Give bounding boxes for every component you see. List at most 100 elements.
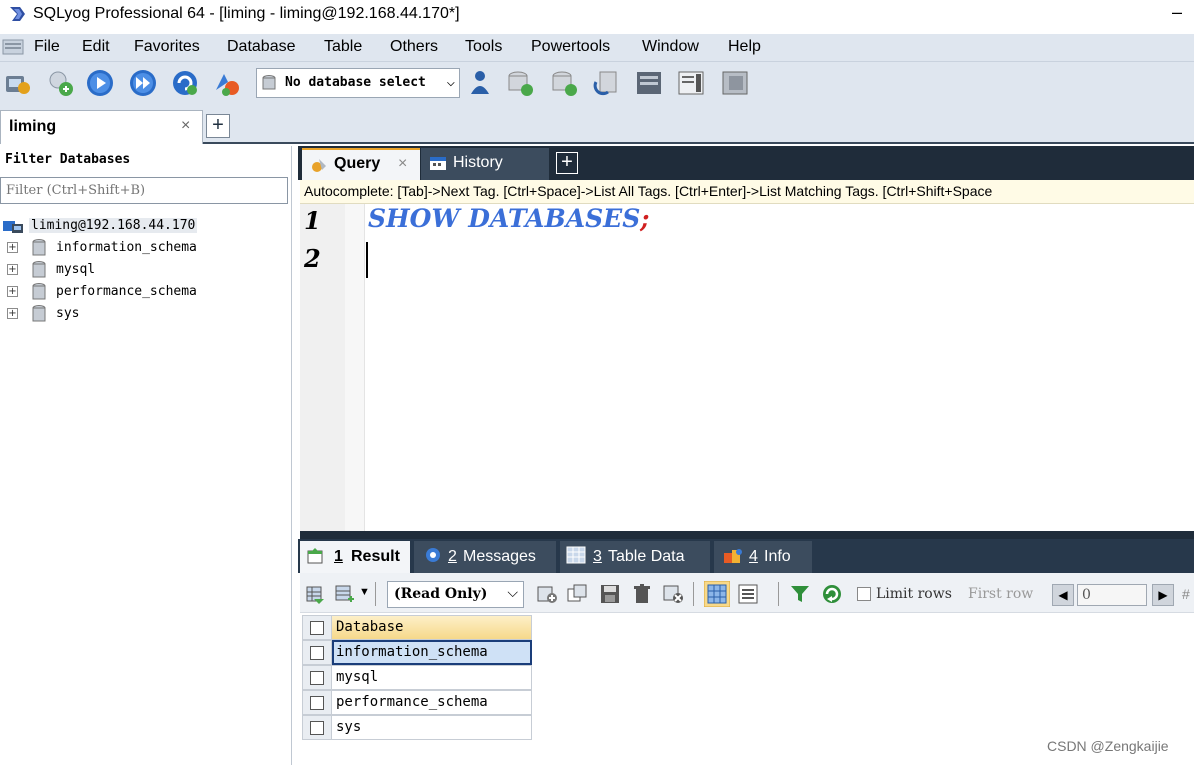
next-page-button[interactable]: ▶ [1152,584,1174,606]
backup-icon[interactable] [592,68,622,98]
create-table-icon[interactable] [549,68,579,98]
form-view-icon[interactable] [737,583,759,605]
chevron-down-icon[interactable]: ▼ [359,586,370,598]
app-menu-icon[interactable] [2,38,24,56]
tree-db-label: performance_schema [56,284,197,299]
copy-grid-icon[interactable] [334,583,356,605]
tab-info[interactable]: 4 Info [714,541,812,573]
menu-powertools[interactable]: Powertools [531,38,610,56]
column-header-database[interactable]: Database [332,615,532,640]
tab-info-number: 4 [749,548,758,565]
create-database-icon[interactable] [505,68,535,98]
row-checkbox[interactable] [310,721,324,735]
filter-icon[interactable] [789,583,811,605]
menu-others[interactable]: Others [390,38,438,56]
menu-favorites[interactable]: Favorites [134,38,200,56]
row-checkbox[interactable] [310,671,324,685]
select-all-cell[interactable] [302,615,332,640]
minimize-button[interactable]: – [1172,2,1182,23]
tab-table-data[interactable]: 3 Table Data [560,541,710,573]
refresh-results-icon[interactable] [821,583,843,605]
menu-edit[interactable]: Edit [82,38,110,56]
code-line[interactable]: SHOW DATABASES; [368,204,650,233]
chevron-down-icon: ⌵ [446,74,455,90]
color-icon[interactable] [212,68,242,98]
refresh-icon[interactable] [170,68,200,98]
query-editor[interactable] [300,204,1194,534]
row-select-cell[interactable] [302,715,332,740]
new-query-tab-button[interactable]: + [556,152,578,174]
connection-tab-liming[interactable]: liming × [0,110,203,144]
insert-row-icon[interactable] [536,583,558,605]
tab-result-number: 1 [334,548,343,565]
tab-history[interactable]: History [421,148,549,180]
first-row-input[interactable]: 0 [1077,584,1147,606]
menu-file[interactable]: File [34,38,60,56]
result-mode-select[interactable]: (Read Only) ⌵ [387,581,524,608]
table-row[interactable]: mysql [302,665,532,690]
row-select-cell[interactable] [302,640,332,665]
menu-window[interactable]: Window [642,38,699,56]
server-connection-icon [3,221,23,233]
row-checkbox[interactable] [310,696,324,710]
sql-statement: SHOW DATABASES [368,204,641,233]
expand-icon[interactable]: + [7,264,18,275]
tree-db-label: information_schema [56,240,197,255]
user-manager-icon[interactable] [465,68,495,98]
row-select-cell[interactable] [302,690,332,715]
window-title: SQLyog Professional 64 - [liming - limin… [33,5,460,22]
database-icon [32,305,46,322]
tab-query[interactable]: Query × [302,148,420,180]
schema-designer-icon[interactable] [634,68,664,98]
expand-icon[interactable]: + [7,242,18,253]
table-row[interactable]: performance_schema [302,690,532,715]
main-toolbar [0,62,1194,106]
table-data-icon[interactable] [720,68,750,98]
delete-icon[interactable] [631,583,653,605]
filter-databases-input[interactable] [0,177,288,204]
table-row[interactable]: information_schema [302,640,532,665]
info-icon [724,549,742,563]
new-connection-icon[interactable] [2,68,32,98]
select-all-checkbox[interactable] [310,621,324,635]
table-cell[interactable]: information_schema [332,640,532,665]
previous-page-button[interactable]: ◀ [1052,584,1074,606]
database-icon [32,239,46,256]
expand-icon[interactable]: + [7,308,18,319]
toolbar-separator [778,582,779,606]
connection-manager-icon[interactable] [46,68,76,98]
tab-history-label: History [453,154,503,171]
new-connection-tab-button[interactable]: + [206,114,230,138]
execute-query-icon[interactable] [85,68,115,98]
table-cell[interactable]: sys [332,715,532,740]
tab-result[interactable]: 1 Result [300,541,410,573]
cancel-changes-icon[interactable] [662,583,684,605]
limit-rows-checkbox[interactable] [857,587,871,601]
expand-icon[interactable]: + [7,286,18,297]
watermark: CSDN @Zengkaijie [1047,738,1169,754]
table-icon [566,546,586,564]
menu-tools[interactable]: Tools [465,38,502,56]
table-row[interactable]: sys [302,715,532,740]
grid-view-icon[interactable] [704,581,730,607]
menu-table[interactable]: Table [324,38,362,56]
close-icon[interactable]: × [398,155,407,173]
database-select[interactable]: No database select ⌵ [256,68,460,98]
menu-help[interactable]: Help [728,38,761,56]
tab-result-label: Result [351,548,400,565]
save-icon[interactable] [599,583,621,605]
row-select-cell[interactable] [302,665,332,690]
tab-table-data-number: 3 [593,548,602,565]
table-cell[interactable]: mysql [332,665,532,690]
line-number: 2 [304,244,321,273]
close-icon[interactable]: × [181,117,190,135]
duplicate-row-icon[interactable] [566,583,588,605]
row-checkbox[interactable] [310,646,324,660]
execute-all-icon[interactable] [128,68,158,98]
connection-label: liming@192.168.44.170 [29,218,198,233]
table-cell[interactable]: performance_schema [332,690,532,715]
export-icon[interactable] [304,583,326,605]
menu-database[interactable]: Database [227,38,296,56]
query-builder-icon[interactable] [676,68,706,98]
tab-messages[interactable]: 2 Messages [414,541,556,573]
